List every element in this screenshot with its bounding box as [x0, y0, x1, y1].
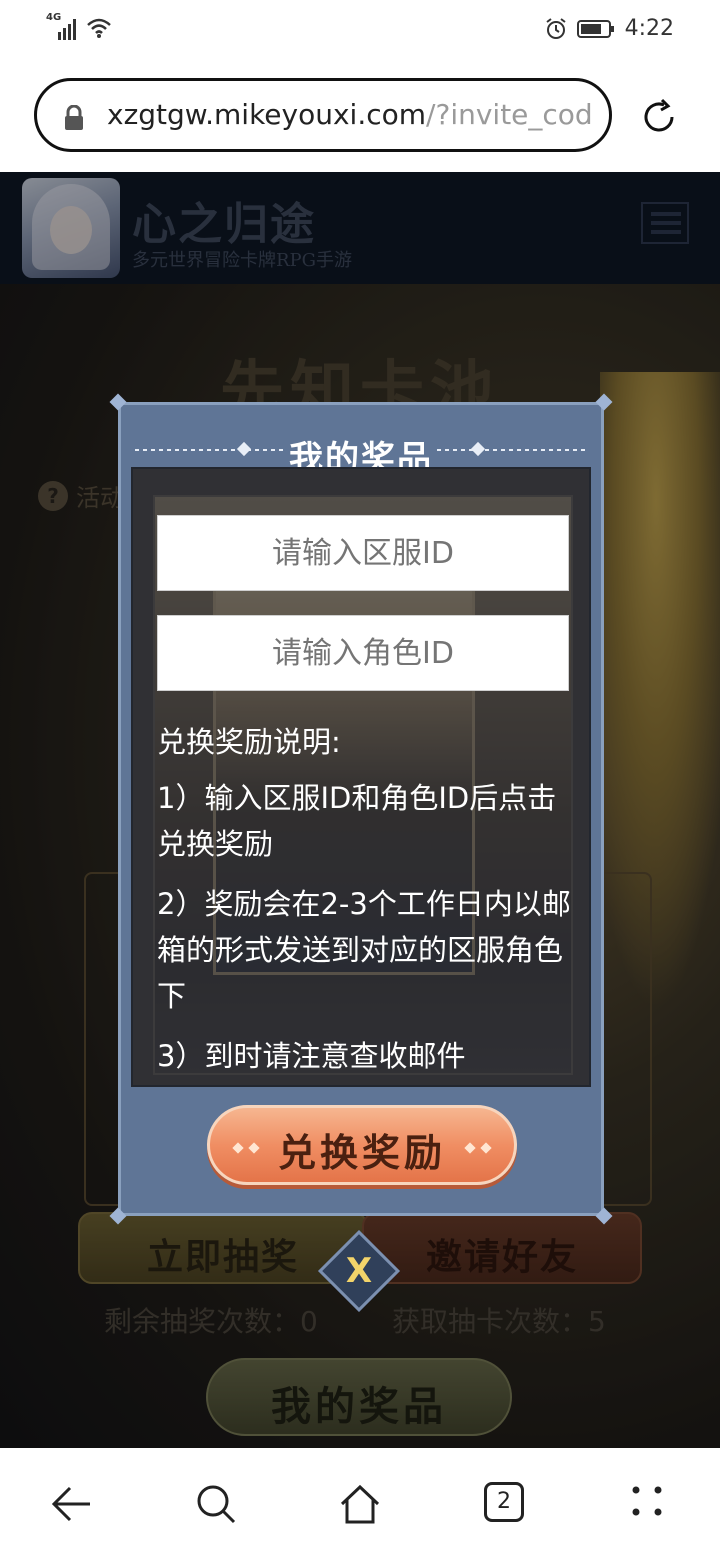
wifi-icon	[87, 18, 111, 38]
signal-icon: 4G	[46, 12, 80, 42]
role-id-input[interactable]	[157, 615, 569, 691]
redeem-instruction-item: 3）到时请注意查收邮件	[157, 1039, 466, 1073]
server-id-input[interactable]	[157, 515, 569, 591]
status-left: 4G	[46, 12, 112, 42]
close-icon[interactable]: X	[330, 1242, 388, 1300]
prize-modal: 我的奖品 兑换奖励说明: 1）输入区服ID和角色ID后点击兑换奖励 2）奖励会在…	[109, 393, 613, 1225]
redeem-instruction-item: 2）奖励会在2-3个工作日内以邮箱的形式发送到对应的区服角色下	[157, 887, 571, 1013]
status-bar: 4G 4:22	[0, 0, 720, 60]
redeem-instruction-item: 1）输入区服ID和角色ID后点击兑换奖励	[157, 781, 557, 861]
url-host: xzgtgw.mikeyouxi.com	[107, 98, 427, 131]
back-icon[interactable]	[50, 1482, 94, 1526]
redeem-button[interactable]: 兑换奖励	[207, 1105, 517, 1185]
reload-icon[interactable]	[638, 96, 680, 138]
redeem-instructions-heading: 兑换奖励说明:	[157, 725, 341, 759]
battery-icon	[576, 19, 614, 38]
status-right: 4:22	[545, 16, 674, 41]
address-bar[interactable]: xzgtgw.mikeyouxi.com/?invite_cod	[34, 78, 612, 152]
redeem-label: 兑换奖励	[277, 1130, 446, 1175]
alarm-icon	[545, 17, 566, 39]
tabs-button[interactable]: 2	[484, 1482, 524, 1522]
clock: 4:22	[624, 16, 674, 41]
more-menu-icon[interactable]	[628, 1482, 672, 1526]
url-text[interactable]: xzgtgw.mikeyouxi.com/?invite_cod	[107, 98, 602, 131]
web-page: 心之归途 多元世界冒险卡牌RPG手游 先知卡池 ? 活动 立即抽奖 邀请好友 剩…	[0, 172, 720, 1448]
home-icon[interactable]	[338, 1482, 382, 1526]
modal-content: 兑换奖励说明: 1）输入区服ID和角色ID后点击兑换奖励 2）奖励会在2-3个工…	[131, 467, 591, 1087]
search-icon[interactable]	[194, 1482, 238, 1526]
lock-icon	[65, 105, 83, 130]
browser-bottom-nav: 2	[0, 1448, 720, 1560]
url-path: /?invite_cod	[426, 98, 593, 131]
tab-count: 2	[497, 1489, 511, 1514]
